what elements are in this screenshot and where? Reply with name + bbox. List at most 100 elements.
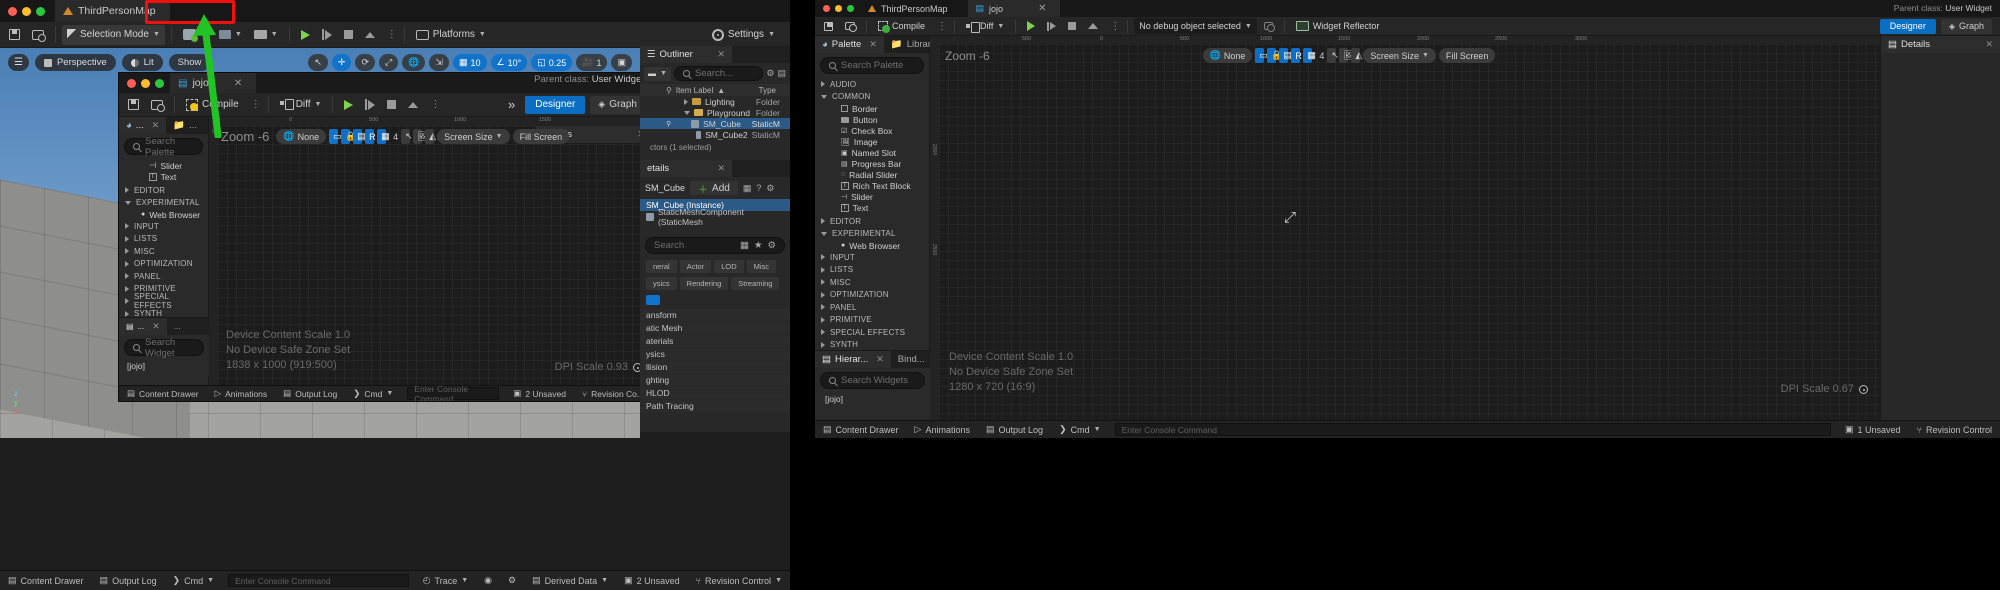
left-traffic-lights[interactable] [8, 6, 45, 16]
eject-button[interactable] [1083, 18, 1103, 34]
play-button[interactable] [339, 95, 358, 115]
add-component-button[interactable]: ＋ Add [690, 181, 738, 196]
perf-button[interactable]: ◉ [476, 572, 500, 590]
details-component-row[interactable]: StaticMeshComponent (StaticMesh [640, 207, 790, 227]
palette-group-special-effects[interactable]: SPECIAL EFFECTS [119, 292, 208, 310]
palette-item-text[interactable]: T Text [815, 202, 929, 213]
palette-group-optimization[interactable]: OPTIMIZATION [815, 289, 929, 302]
pin-icon[interactable]: ⚲ [666, 120, 671, 128]
animations-button[interactable]: ▷ Animations [207, 385, 276, 402]
select-tool-button[interactable]: ↖ [308, 54, 328, 71]
play-button[interactable] [296, 25, 315, 45]
palette-group-experimental[interactable]: EXPERIMENTAL [119, 197, 208, 210]
toolbar-overflow-button[interactable]: » [503, 95, 520, 115]
inner-window-tab-jojo[interactable]: ▤ jojo* ✕ [170, 73, 257, 93]
graph-mode-button[interactable]: ◈ Graph [1940, 18, 1992, 34]
select-tool-button[interactable]: ↖ [401, 129, 413, 144]
skip-frame-button[interactable] [317, 25, 337, 45]
palette-item-radial-slider[interactable]: ◌ Radial Slider [815, 169, 929, 180]
details-section[interactable]: ysics [640, 348, 790, 360]
lit-button[interactable]: Lit [121, 54, 163, 71]
filter-chip[interactable]: neral [646, 260, 677, 273]
camera-speed-button[interactable]: 🎥 1 [576, 54, 608, 71]
graph-mode-button[interactable]: ◈ Graph [590, 95, 645, 114]
settings-icon[interactable]: ⚙ [767, 240, 776, 251]
diff-button[interactable]: Diff ▼ [275, 95, 327, 115]
cinematics-button[interactable]: ▼ [249, 25, 283, 45]
debug-browse-button[interactable] [1259, 18, 1278, 34]
details-help-icon[interactable]: ? [756, 183, 761, 193]
details-section[interactable]: ghting [640, 374, 790, 386]
table-row[interactable]: ⚲ SM_Cube StaticM [640, 118, 790, 129]
screen-size-dropdown[interactable]: Screen Size ▼ [1363, 48, 1436, 63]
close-icon[interactable]: ✕ [152, 321, 160, 332]
play-options-button[interactable]: ⋮ [425, 95, 441, 115]
select-tool-button[interactable]: ↖ [1327, 48, 1339, 63]
grid-view-icon[interactable]: ▦ [740, 240, 749, 251]
resolution-preset-button[interactable]: 🌐 None [276, 129, 327, 144]
minimize-window-button[interactable] [22, 6, 31, 16]
filter-chip[interactable]: Streaming [731, 277, 780, 290]
save-button[interactable] [4, 25, 25, 45]
details-search-input[interactable]: Search ▦ ★ ⚙ [645, 237, 785, 254]
unsaved-button[interactable]: ▣ 2 Unsaved [505, 385, 574, 402]
close-icon[interactable]: ✕ [717, 163, 725, 174]
minimize-window-button[interactable] [835, 5, 842, 12]
browse-content-button[interactable] [840, 18, 860, 34]
right-window-tab-thirdpersonmap[interactable]: ThirdPersonMap [860, 0, 962, 17]
settings-status-button[interactable]: ⚙ [500, 572, 524, 590]
cmd-button[interactable]: ❯ Cmd ▼ [165, 572, 223, 590]
maximize-window-button[interactable] [847, 5, 854, 12]
content-drawer-button[interactable]: ▤ Content Drawer [119, 385, 207, 402]
filter-chip[interactable]: Actor [679, 260, 712, 273]
palette-search-input[interactable]: Search Palette [820, 57, 924, 74]
palette-group-common[interactable]: COMMON [815, 91, 929, 104]
chevron-down-icon[interactable] [684, 110, 690, 115]
filter-chip[interactable]: Rendering [679, 277, 729, 290]
grid-size-value[interactable]: 4 [1315, 48, 1324, 63]
outliner-filter-button[interactable]: ▬ ▼ [644, 66, 671, 81]
world-space-button[interactable]: 🌐 [402, 54, 426, 71]
revision-control-button[interactable]: ⑂ Revision Control [1909, 421, 2000, 439]
grid-toggle[interactable]: ▦ [377, 129, 390, 144]
revision-control-button[interactable]: ⑂ Revision Control ▼ [688, 572, 790, 590]
console-command-input[interactable]: Enter Console Command [228, 574, 409, 587]
stop-button[interactable] [382, 95, 401, 115]
add-actor-button[interactable]: ▼ [178, 25, 212, 45]
close-icon[interactable]: ✕ [717, 49, 725, 60]
table-row[interactable]: SM_Cube2 StaticM [640, 129, 790, 140]
compile-options-button[interactable]: ⋮ [932, 18, 948, 34]
perspective-button[interactable]: Perspective [34, 54, 116, 71]
palette-search-input[interactable]: Search Palette [124, 136, 203, 158]
left-window-tab-thirdpersonmap[interactable]: ThirdPersonMap [55, 0, 170, 22]
designer-canvas[interactable]: Zoom -6 🌐 None ▭ 🔒 ▤ R ▦ 4 ↖ 🖼 ◭ Screen … [939, 44, 1880, 420]
grid-snap-toggle[interactable]: ▦ 10 [452, 54, 487, 71]
palette-item-web-browser[interactable]: ● Web Browser [815, 240, 929, 251]
palette-group-misc[interactable]: MISC [815, 276, 929, 289]
tab-details[interactable]: ▤ Details ✕ [1881, 36, 2000, 53]
details-section[interactable]: aterials [640, 335, 790, 347]
output-log-button[interactable]: ▤ Output Log [92, 572, 165, 590]
layout-toggle[interactable]: ▤ [1279, 48, 1292, 63]
close-tab-icon[interactable]: ✕ [234, 78, 242, 89]
stop-button[interactable] [339, 25, 358, 45]
right-palette-list[interactable]: AUDIO COMMON Border Button ☑ Check Box 🖼… [815, 78, 929, 364]
play-options-button[interactable]: ⋮ [382, 25, 398, 45]
maximize-window-button[interactable] [155, 78, 164, 88]
viewport-menu-button[interactable]: ☰ [8, 54, 29, 71]
palette-group-editor[interactable]: EDITOR [815, 215, 929, 228]
resolution-preset-button[interactable]: 🌐 None [1202, 48, 1253, 63]
scale-snap-toggle[interactable]: ◱ 0.25 [531, 54, 573, 71]
right-traffic-lights[interactable] [823, 5, 854, 12]
image-tool-button[interactable]: 🖼 [1339, 48, 1355, 63]
content-drawer-button[interactable]: ▤ Content Drawer [0, 572, 92, 590]
filter-chip[interactable]: LOD [714, 260, 744, 273]
dashed-outline-toggle[interactable]: ▭ [329, 129, 342, 144]
save-button[interactable] [123, 95, 144, 115]
content-drawer-button[interactable]: ▤ Content Drawer [815, 421, 907, 439]
stop-button[interactable] [1063, 18, 1081, 34]
close-icon[interactable]: ✕ [869, 39, 877, 50]
palette-group-input[interactable]: INPUT [815, 251, 929, 264]
output-log-button[interactable]: ▤ Output Log [275, 385, 345, 402]
gear-icon[interactable] [1859, 384, 1868, 394]
